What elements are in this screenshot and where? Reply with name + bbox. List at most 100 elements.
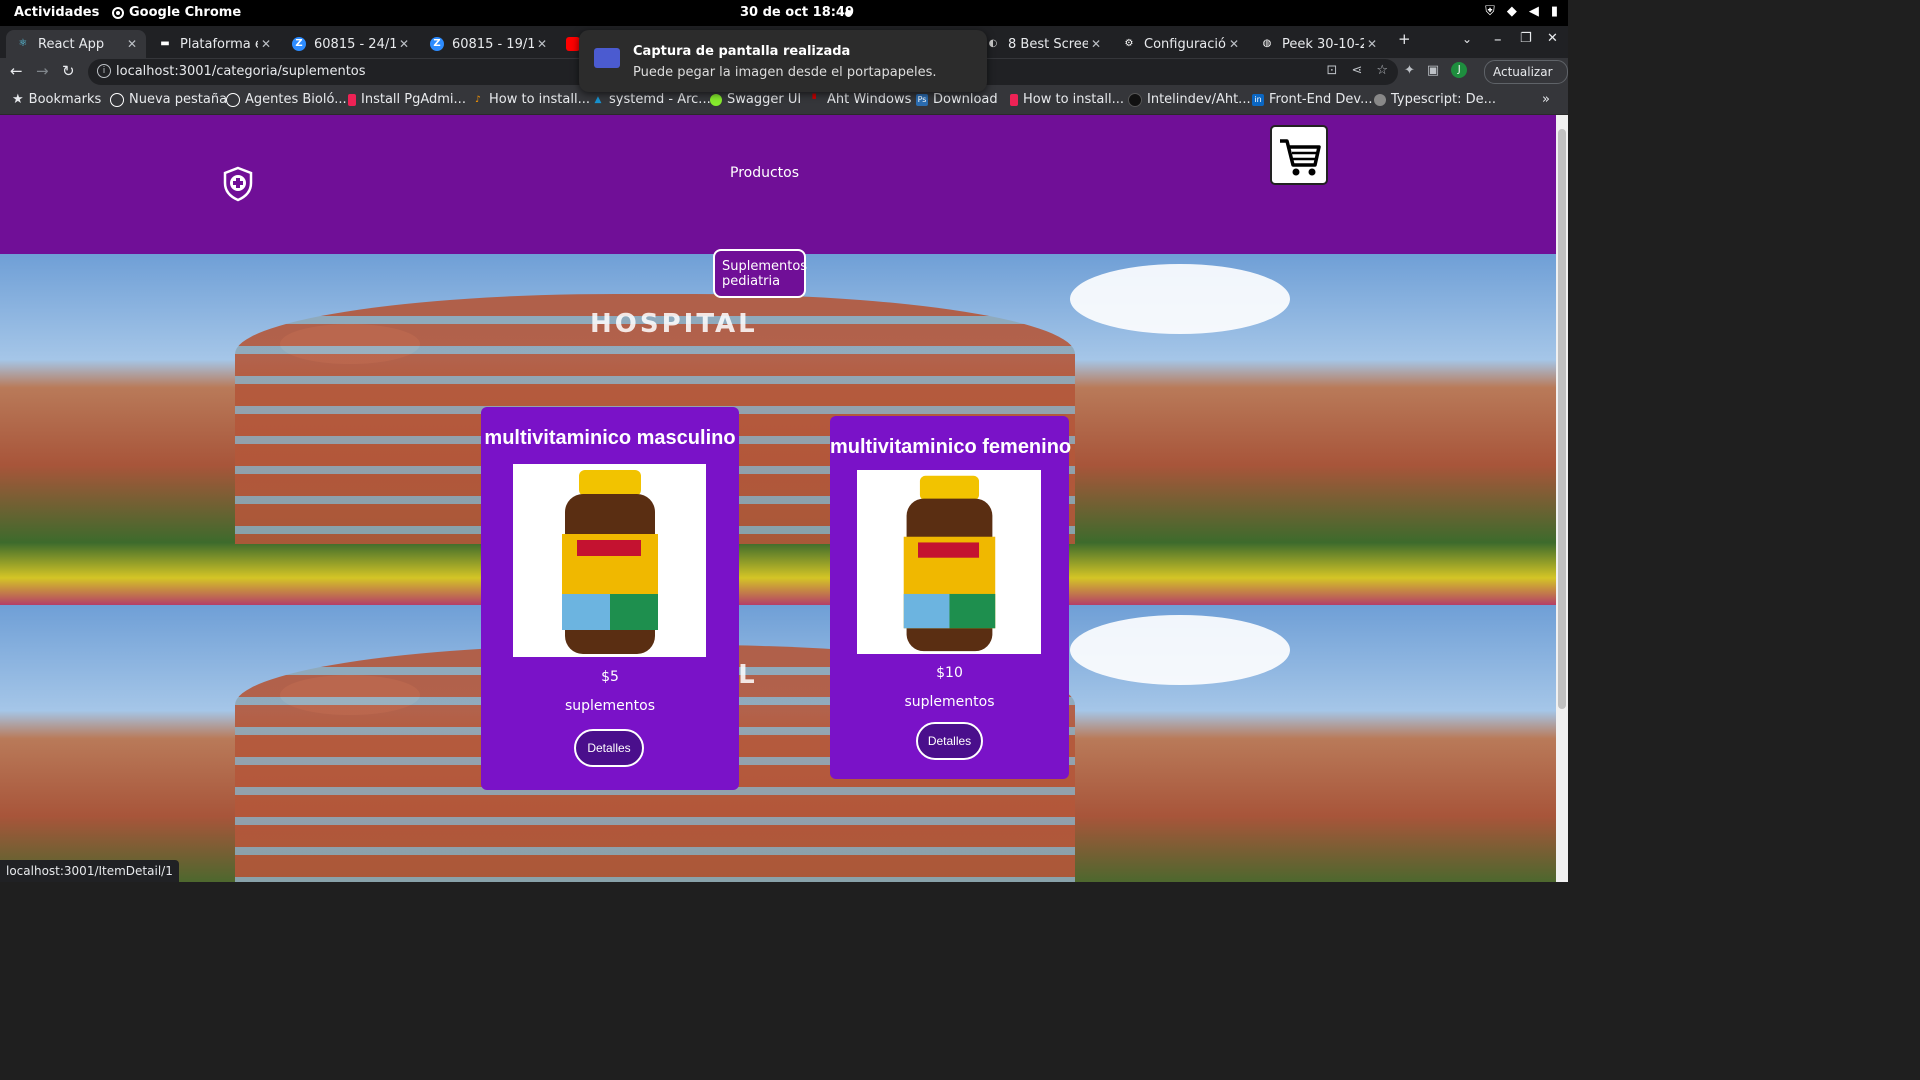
bookmark-label: Aht Windows [827, 92, 912, 107]
product-card: multivitaminico femenino $10 suplementos… [830, 416, 1071, 779]
bookmark-item[interactable]: in Front-End Dev... [1252, 92, 1373, 107]
update-button[interactable]: Actualizar ⋮ [1484, 60, 1568, 101]
bookmark-star-icon[interactable]: ☆ [1376, 63, 1388, 78]
product-category: suplementos [904, 694, 995, 710]
tab-title: Plataforma eLe [180, 36, 258, 52]
close-icon[interactable]: ✕ [1364, 37, 1380, 51]
tab-plataforma[interactable]: ▬ Plataforma eLe ✕ [148, 30, 280, 58]
cart-button[interactable] [1270, 125, 1328, 185]
site-info-icon[interactable]: i [97, 64, 111, 78]
app-menu[interactable]: Google Chrome [112, 5, 241, 20]
volume-icon: ◀ [1528, 4, 1539, 19]
battery-icon: ▮ [1550, 4, 1558, 19]
supplement-bottle-icon [903, 475, 996, 652]
close-icon[interactable]: ✕ [124, 37, 140, 51]
dev-icon [348, 93, 356, 106]
shield-logo-icon[interactable] [222, 166, 254, 202]
category-suplementos-pediatria[interactable]: Suplementos pediatria [713, 249, 807, 298]
url-text[interactable]: localhost:3001/categoria/suplementos [116, 64, 366, 79]
close-icon[interactable]: ✕ [534, 37, 550, 51]
maximize-icon[interactable]: ❐ [1520, 31, 1532, 46]
tab-60815-24[interactable]: Z 60815 - 24/10 ✕ [282, 30, 418, 58]
zoom-icon: Z [430, 37, 444, 51]
update-label: Actualizar [1493, 65, 1553, 79]
star-icon: ★ [12, 92, 24, 107]
react-icon: ⚛ [18, 38, 28, 49]
supplement-bottle-icon [562, 470, 658, 654]
tab-youtube[interactable] [560, 30, 580, 58]
share-icon[interactable]: ⋖ [1351, 63, 1362, 78]
bookmark-item[interactable]: Nueva pestaña [110, 92, 227, 107]
translate-icon[interactable]: ⊡ [1327, 63, 1338, 78]
clock[interactable]: 30 de oct 18:49 [740, 5, 854, 20]
bookmark-label: Agentes Bioló... [245, 92, 347, 107]
dev-icon: ▘ [812, 94, 820, 105]
bookmark-item[interactable]: ♪ How to install... [472, 92, 590, 107]
side-panel-icon[interactable]: ▣ [1427, 63, 1439, 78]
bookmark-label: Typescript: De... [1391, 92, 1497, 107]
system-tray[interactable]: ⛨ ◆ ◀ ▮ [1485, 4, 1558, 19]
bookmark-item[interactable]: Intelindev/Aht... [1128, 92, 1251, 107]
tab-title: React App [38, 36, 105, 52]
link-status-bar: localhost:3001/ItemDetail/1 [0, 860, 179, 882]
scrollbar-thumb[interactable] [1558, 129, 1566, 709]
tab-title: Configuración [1144, 36, 1226, 52]
bookmark-label: Install PgAdmi... [361, 92, 466, 107]
cloud [1070, 264, 1290, 334]
wifi-icon: ◆ [1506, 4, 1517, 19]
tab-best-screen[interactable]: ◐ 8 Best Screen F ✕ [976, 30, 1110, 58]
screenshot-notification[interactable]: Captura de pantalla realizada Puede pega… [579, 30, 987, 92]
window-close-icon[interactable]: ✕ [1547, 31, 1558, 46]
shield-status-icon: ⛨ [1485, 4, 1495, 19]
hero-background: HOSPITAL [0, 254, 1556, 606]
github-icon [1128, 92, 1142, 107]
page-viewport: Productos HOSPITAL HOSPITAL Suplementos … [0, 115, 1556, 882]
bookmark-item[interactable]: ★ Bookmarks [12, 92, 101, 107]
details-button[interactable]: Detalles [574, 729, 644, 767]
globe-icon [226, 92, 240, 107]
tab-peek[interactable]: ◍ Peek 30-10-20 ✕ [1250, 30, 1386, 58]
bookmark-label: Nueva pestaña [129, 92, 228, 107]
bookmark-item[interactable]: Ps Download [916, 92, 998, 107]
bookmark-item[interactable]: ▘ Aht Windows [810, 92, 912, 107]
bookmark-item[interactable]: Swagger UI [710, 92, 801, 107]
close-icon[interactable]: ✕ [1088, 37, 1104, 51]
site-navbar: Productos [0, 115, 1556, 254]
tab-60815-19[interactable]: Z 60815 - 19/10 ✕ [420, 30, 556, 58]
product-card: multivitaminico masculino $5 suplementos… [481, 407, 739, 790]
bookmark-label: Bookmarks [28, 92, 102, 107]
notification-body: Puede pegar la imagen desde el portapape… [633, 65, 937, 80]
download-site-icon: Ps [916, 93, 928, 106]
bookmark-item[interactable]: Install PgAdmi... [348, 92, 466, 107]
bookmark-item[interactable]: Agentes Bioló... [226, 92, 347, 107]
reload-icon[interactable]: ↻ [62, 62, 75, 80]
product-name: multivitaminico masculino [484, 427, 736, 449]
elearning-icon: ▬ [160, 38, 170, 49]
tab-configuracion[interactable]: ⚙ Configuración ✕ [1112, 30, 1248, 58]
new-tab-icon[interactable]: + [1398, 30, 1411, 48]
close-icon[interactable]: ✕ [1226, 37, 1242, 51]
nav-productos[interactable]: Productos [730, 165, 799, 181]
arch-icon: ▲ [594, 94, 602, 105]
close-icon[interactable]: ✕ [396, 37, 412, 51]
web-icon: ◐ [988, 38, 998, 49]
tab-react-app[interactable]: ⚛ React App ✕ [6, 30, 146, 58]
chrome-icon [112, 6, 124, 19]
minimize-icon[interactable]: – [1494, 30, 1502, 48]
bookmarks-overflow-icon[interactable]: » [1542, 92, 1550, 107]
details-button[interactable]: Detalles [916, 722, 983, 760]
activities-button[interactable]: Actividades [14, 5, 99, 20]
bookmark-item[interactable]: ▲ systemd - Arc... [592, 92, 711, 107]
profile-avatar[interactable]: J [1451, 62, 1468, 78]
close-icon[interactable]: ✕ [258, 37, 274, 51]
back-arrow-icon[interactable]: ← [10, 62, 23, 80]
product-image [513, 464, 706, 657]
bookmark-item[interactable]: How to install... [1010, 92, 1124, 107]
forward-arrow-icon[interactable]: → [36, 62, 49, 80]
bookmark-item[interactable]: Typescript: De... [1374, 92, 1496, 107]
web-icon: ◍ [1262, 38, 1272, 49]
product-category: suplementos [564, 698, 656, 714]
tab-search-icon[interactable]: ⌄ [1462, 32, 1472, 46]
page-scrollbar[interactable] [1556, 115, 1568, 882]
extensions-icon[interactable]: ✦ [1404, 63, 1415, 78]
